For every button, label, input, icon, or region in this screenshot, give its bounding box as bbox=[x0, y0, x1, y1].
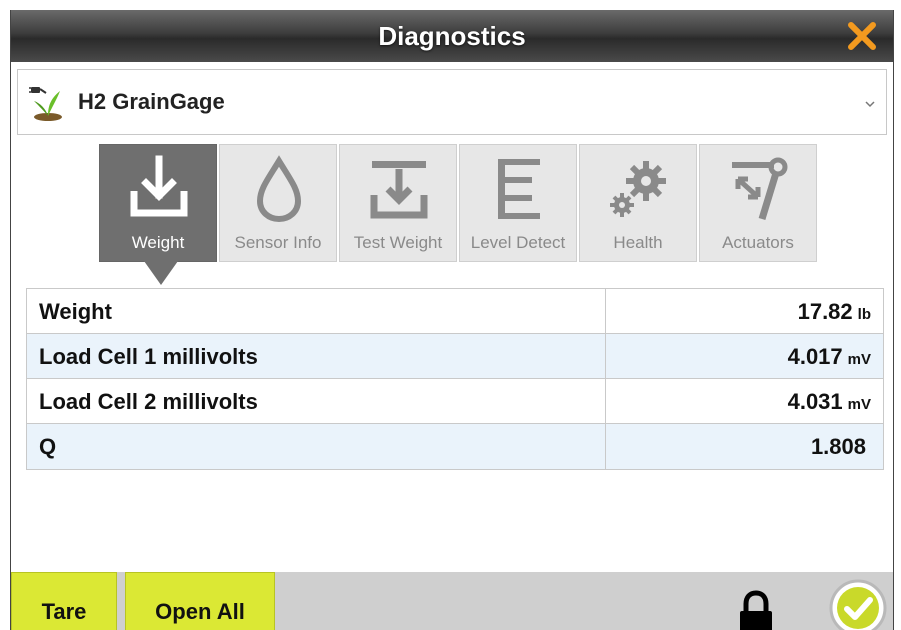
value-number: 4.031 bbox=[787, 389, 843, 414]
open-all-button[interactable]: Open All bbox=[125, 572, 275, 630]
column-divider bbox=[605, 379, 606, 423]
test-weight-icon bbox=[370, 161, 428, 219]
reading-name: Load Cell 2 millivolts bbox=[39, 389, 258, 414]
bottom-toolbar: Tare Open All bbox=[11, 572, 893, 630]
reading-value: 4.031 mV bbox=[788, 379, 871, 427]
reading-name: Q bbox=[39, 434, 57, 459]
lock-icon[interactable] bbox=[736, 590, 776, 630]
tab-health[interactable]: Health bbox=[579, 144, 697, 262]
tab-test-weight[interactable]: Test Weight bbox=[339, 144, 457, 262]
tab-actuators[interactable]: Actuators bbox=[699, 144, 817, 262]
column-divider bbox=[605, 334, 606, 378]
reading-value: 4.017 mV bbox=[788, 334, 871, 382]
table-row: Q 1.808 bbox=[27, 424, 883, 469]
value-number: 17.82 bbox=[797, 299, 853, 324]
reading-name: Weight bbox=[39, 299, 112, 324]
tab-label: Sensor Info bbox=[234, 233, 322, 252]
tab-weight[interactable]: Weight bbox=[99, 144, 217, 262]
active-tab-pointer bbox=[144, 261, 178, 285]
diagnostics-window: Diagnostics H2 GrainGage Weight Sensor I… bbox=[10, 10, 894, 630]
device-dropdown[interactable]: H2 GrainGage bbox=[17, 69, 887, 135]
table-row: Load Cell 1 millivolts 4.017 mV bbox=[27, 334, 883, 379]
window-title: Diagnostics bbox=[378, 21, 526, 51]
tab-level-detect[interactable]: Level Detect bbox=[459, 144, 577, 262]
chevron-down-icon bbox=[865, 101, 875, 108]
close-icon[interactable] bbox=[845, 19, 879, 53]
actuator-arm-icon bbox=[732, 157, 788, 221]
diagnostics-tabs: Weight Sensor Info Test Weight Level Det… bbox=[99, 144, 829, 262]
readings-table: Weight 17.82 lb Load Cell 1 millivolts 4.… bbox=[26, 288, 884, 470]
value-unit: lb bbox=[857, 306, 871, 323]
tab-label: Level Detect bbox=[470, 233, 566, 252]
tab-label: Weight bbox=[131, 233, 185, 252]
reading-value: 17.82 lb bbox=[798, 289, 871, 337]
plant-plug-icon bbox=[29, 87, 62, 121]
value-unit: mV bbox=[847, 351, 871, 368]
checkmark-circle-icon[interactable] bbox=[828, 578, 888, 630]
reading-value: 1.808 bbox=[811, 424, 871, 472]
column-divider bbox=[605, 424, 606, 469]
column-divider bbox=[605, 289, 606, 333]
gears-icon bbox=[610, 161, 666, 217]
tare-button[interactable]: Tare bbox=[11, 572, 117, 630]
download-tray-icon bbox=[130, 155, 188, 217]
value-number: 1.808 bbox=[810, 434, 866, 459]
tab-label: Test Weight bbox=[353, 233, 443, 252]
tab-label: Actuators bbox=[722, 233, 794, 252]
droplet-icon bbox=[256, 155, 302, 223]
value-unit: mV bbox=[847, 396, 871, 413]
table-row: Load Cell 2 millivolts 4.031 mV bbox=[27, 379, 883, 424]
reading-name: Load Cell 1 millivolts bbox=[39, 344, 258, 369]
device-name: H2 GrainGage bbox=[78, 89, 225, 114]
level-detect-icon bbox=[498, 159, 540, 219]
title-bar: Diagnostics bbox=[11, 10, 893, 62]
tab-sensor-info[interactable]: Sensor Info bbox=[219, 144, 337, 262]
tab-label: Health bbox=[613, 233, 663, 252]
table-row: Weight 17.82 lb bbox=[27, 289, 883, 334]
value-number: 4.017 bbox=[787, 344, 843, 369]
